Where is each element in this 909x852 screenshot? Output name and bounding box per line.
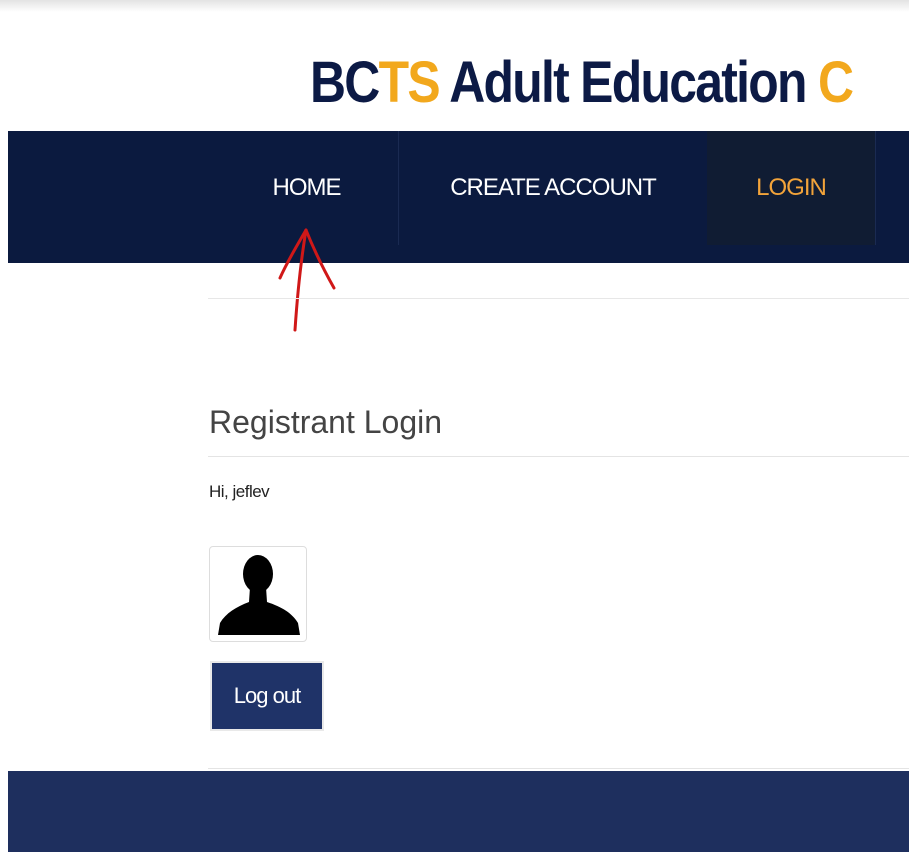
- section-divider: [208, 456, 909, 457]
- nav-item-create-account[interactable]: CREATE ACCOUNT: [399, 131, 707, 245]
- footer: [8, 771, 909, 852]
- site-title-part-cut: C: [817, 50, 854, 115]
- site-title-part-ts: TS: [378, 50, 441, 115]
- avatar: [209, 546, 307, 642]
- logout-button[interactable]: Log out: [210, 661, 324, 731]
- site-title-part-main: Adult Education: [438, 50, 818, 115]
- nav-item-login[interactable]: LOGIN: [707, 131, 875, 245]
- divider: [208, 298, 909, 299]
- section-title: Registrant Login: [209, 404, 443, 440]
- main-navbar: HOME CREATE ACCOUNT LOGIN: [8, 131, 909, 263]
- user-silhouette-icon: [218, 555, 300, 635]
- site-title[interactable]: BCTS Adult Education C: [310, 50, 854, 115]
- red-arrow-annotation: [278, 228, 336, 332]
- footer-divider: [208, 768, 909, 769]
- site-title-part-bc: BC: [310, 50, 380, 115]
- nav-separator: [875, 131, 876, 245]
- greeting-text: Hi, jeflev: [209, 482, 270, 501]
- browser-top-shadow: [0, 0, 909, 12]
